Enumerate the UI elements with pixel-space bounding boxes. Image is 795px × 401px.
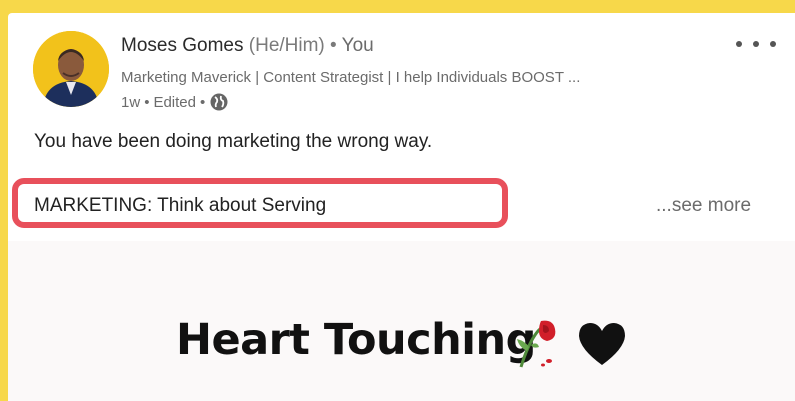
- globe-icon: [210, 93, 228, 111]
- more-options-button[interactable]: [736, 37, 776, 51]
- post-media[interactable]: Heart Touching: [8, 241, 795, 401]
- post-card: Moses Gomes (He/Him) • You Marketing Mav…: [8, 13, 795, 401]
- author-headline: Marketing Maverick | Content Strategist …: [121, 69, 581, 86]
- dot-icon: [770, 41, 776, 47]
- separator-dot: •: [200, 93, 206, 111]
- avatar[interactable]: [33, 31, 109, 107]
- post-text-line: MARKETING: Think about Serving: [34, 195, 327, 216]
- author-relation: You: [341, 35, 374, 56]
- wilted-rose-icon: [517, 320, 556, 368]
- media-title: Heart Touching: [176, 315, 536, 365]
- separator-dot: •: [144, 93, 150, 111]
- post-text-line: You have been doing marketing the wrong …: [34, 131, 433, 152]
- avatar-photo: [33, 31, 109, 107]
- black-heart-icon: [579, 323, 625, 365]
- see-more-link[interactable]: ...see more: [656, 195, 751, 217]
- dot-icon: [753, 41, 759, 47]
- author-pronouns: (He/Him): [248, 35, 325, 56]
- post-meta: 1w • Edited •: [121, 92, 229, 112]
- dot-icon: [736, 41, 742, 47]
- author-line: Moses Gomes (He/Him) • You: [121, 35, 374, 57]
- post-timestamp[interactable]: 1w: [121, 94, 140, 111]
- author-name[interactable]: Moses Gomes: [121, 35, 243, 56]
- edited-label: Edited: [153, 93, 196, 111]
- separator-dot: •: [330, 35, 337, 56]
